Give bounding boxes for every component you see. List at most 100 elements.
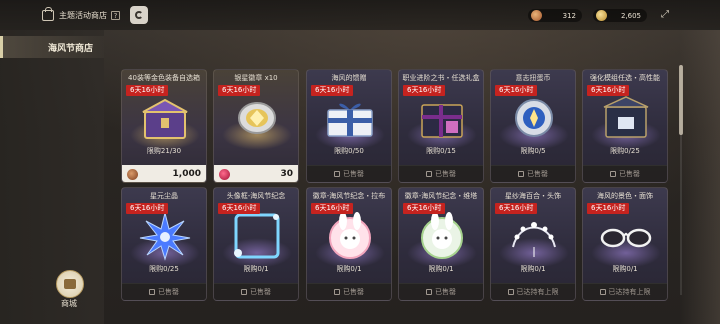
item-name: 强化模组任选・高性能 (590, 74, 660, 82)
lock-icon (610, 171, 616, 177)
purchase-limit: 限购0/1 (612, 265, 638, 273)
time-remaining-badge: 6天16小时 (587, 85, 630, 96)
item-name: 星纱海百合・头饰 (505, 192, 561, 200)
mall-label: 商城 (61, 299, 77, 308)
sidebar-item-seabreeze-shop[interactable]: 海风节商店 (0, 36, 104, 58)
ruby-currency-icon (219, 169, 230, 180)
scrollbar-thumb[interactable] (679, 65, 683, 135)
sold-out-bar: 已达持有上限 (583, 283, 667, 300)
sold-out-bar: 已达持有上限 (491, 283, 575, 300)
lock-icon (149, 289, 155, 295)
shop-item-card[interactable]: 40装等金色装备自选箱 6天16小时限购21/30 1,000 (121, 69, 207, 183)
currency-copper-value: 312 (562, 11, 576, 20)
status-text: 已售罄 (343, 170, 364, 178)
purchase-limit: 限购0/1 (520, 265, 546, 273)
time-remaining-badge: 6天16小时 (587, 203, 630, 214)
shop-item-card[interactable]: 银星徽章 x10 6天16小时 30 (213, 69, 299, 183)
crystal-icon (135, 210, 195, 262)
status-text: 已售罄 (435, 288, 456, 296)
purchase-limit: 限购0/1 (428, 265, 454, 273)
page-title: 主题活动商店 (59, 10, 107, 20)
mall-button[interactable] (56, 270, 84, 298)
time-remaining-badge: 6天16小时 (495, 85, 538, 96)
sidebar: 海风节商店 (0, 30, 104, 324)
glasses-icon (596, 210, 656, 262)
shop-icon (42, 6, 54, 21)
sidebar-item-label: 海风节商店 (48, 44, 94, 54)
item-name: 头像框-海风节纪念 (226, 192, 286, 200)
purchase-limit: 限购0/25 (149, 265, 179, 273)
purchase-limit: 限购0/15 (426, 147, 456, 155)
shop-item-card[interactable]: 职业进阶之书・任选礼盒 6天16小时 限购0/15 已售罄 (398, 69, 484, 183)
purchase-limit: 限购0/5 (520, 147, 546, 155)
purchase-limit: 限购0/1 (243, 265, 269, 273)
purchase-limit: 限购0/50 (334, 147, 364, 155)
price-value: 30 (280, 169, 293, 179)
currency-gold-value: 2,605 (620, 11, 641, 20)
time-remaining-badge: 6天16小时 (126, 203, 169, 214)
item-name: 40装等金色装备自选箱 (128, 74, 200, 82)
purchase-limit: 限购0/25 (610, 147, 640, 155)
chest-icon (135, 92, 195, 144)
expand-icon[interactable]: ⤢ (660, 10, 670, 20)
bunny-icon (320, 210, 380, 262)
item-name: 海风的景色・面饰 (597, 192, 653, 200)
price-bar[interactable]: 1,000 (122, 165, 206, 182)
currency-copper[interactable]: 312 (528, 9, 582, 22)
refresh-button[interactable] (130, 6, 148, 24)
sold-out-bar: 已售罄 (491, 165, 575, 182)
lock-icon (599, 289, 606, 295)
status-text: 已售罄 (527, 170, 548, 178)
sold-out-bar: 已售罄 (122, 283, 206, 300)
shop-item-card[interactable]: 星元尘晶 6天16小时限购0/25 已售罄 (121, 187, 207, 301)
gift-icon (320, 92, 380, 144)
item-name: 徽章-海风节纪念・拉布 (312, 192, 386, 200)
shop-item-card[interactable]: 星纱海百合・头饰 6天16小时限购0/1 已达持有上限 (490, 187, 576, 301)
price-bar[interactable]: 30 (214, 165, 298, 182)
price-value: 1,000 (172, 169, 201, 179)
lock-icon (426, 289, 432, 295)
box-icon (412, 92, 472, 144)
shop-item-card[interactable]: 徽章-海风节纪念・拉布 6天16小时 限购0/1 已售罄 (306, 187, 392, 301)
sold-out-bar: 已售罄 (307, 283, 391, 300)
shop-item-card[interactable]: 徽章-海风节纪念・维塔 6天16小时 限购0/1 已售罄 (398, 187, 484, 301)
sold-out-bar: 已售罄 (307, 165, 391, 182)
shop-item-card[interactable]: 海风的景色・面饰 6天16小时限购0/1 已达持有上限 (582, 187, 668, 301)
time-remaining-badge: 6天16小时 (126, 85, 169, 96)
time-remaining-badge: 6天16小时 (311, 203, 354, 214)
bunny2-icon (412, 210, 472, 262)
copper-coin-icon (531, 10, 542, 21)
time-remaining-badge: 6天16小时 (495, 203, 538, 214)
lock-icon (334, 171, 340, 177)
shop-item-card[interactable]: 头像框-海风节纪念 6天16小时 限购0/1 已售罄 (213, 187, 299, 301)
shop-item-card[interactable]: 海风的馈赠 6天16小时限购0/50 已售罄 (306, 69, 392, 183)
status-text: 已售罄 (343, 288, 364, 296)
currency-gold[interactable]: 2,605 (593, 9, 647, 22)
shop-item-card[interactable]: 意志扭蛋币 6天16小时限购0/5 已售罄 (490, 69, 576, 183)
status-text: 已售罄 (158, 288, 179, 296)
status-text: 已达持有上限 (516, 288, 559, 296)
purchase-limit: 限购21/30 (146, 147, 182, 155)
lock-icon (241, 289, 247, 295)
shop-item-card[interactable]: 强化模组任选・高性能 6天16小时限购0/25 已售罄 (582, 69, 668, 183)
frame-icon (227, 210, 287, 262)
status-text: 已达持有上限 (608, 288, 651, 296)
gold-coin-icon (596, 10, 607, 21)
item-name: 星元尘晶 (150, 192, 178, 200)
sold-out-bar: 已售罄 (399, 283, 483, 300)
time-remaining-badge: 6天16小时 (218, 85, 261, 96)
item-name: 海风的馈赠 (331, 74, 367, 82)
lock-icon (426, 171, 432, 177)
help-icon[interactable]: ? (111, 10, 120, 20)
sold-out-bar: 已售罄 (583, 165, 667, 182)
status-text: 已售罄 (435, 170, 456, 178)
item-name: 意志扭蛋币 (515, 74, 551, 82)
module-icon (596, 92, 656, 144)
background-decoration (680, 30, 720, 324)
lock-icon (518, 171, 524, 177)
coin-icon (504, 92, 564, 144)
item-name: 银星徽章 x10 (234, 74, 278, 82)
lock-icon (507, 289, 514, 295)
tiara-icon (504, 210, 564, 262)
time-remaining-badge: 6天16小时 (311, 85, 354, 96)
